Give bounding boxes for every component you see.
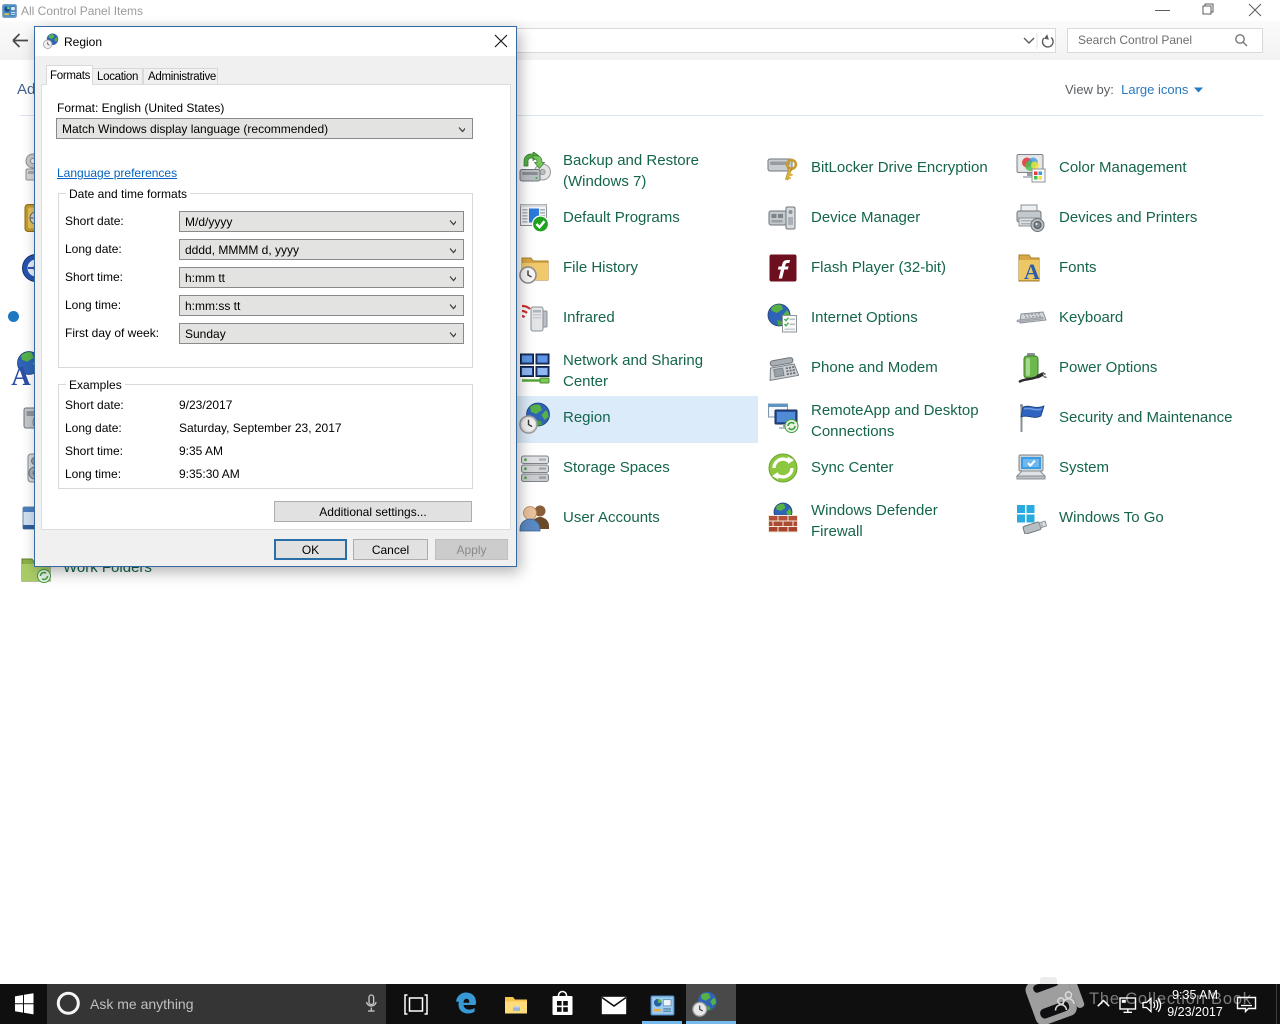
svg-text:A: A <box>1024 259 1040 284</box>
svg-text:A: A <box>11 361 31 390</box>
